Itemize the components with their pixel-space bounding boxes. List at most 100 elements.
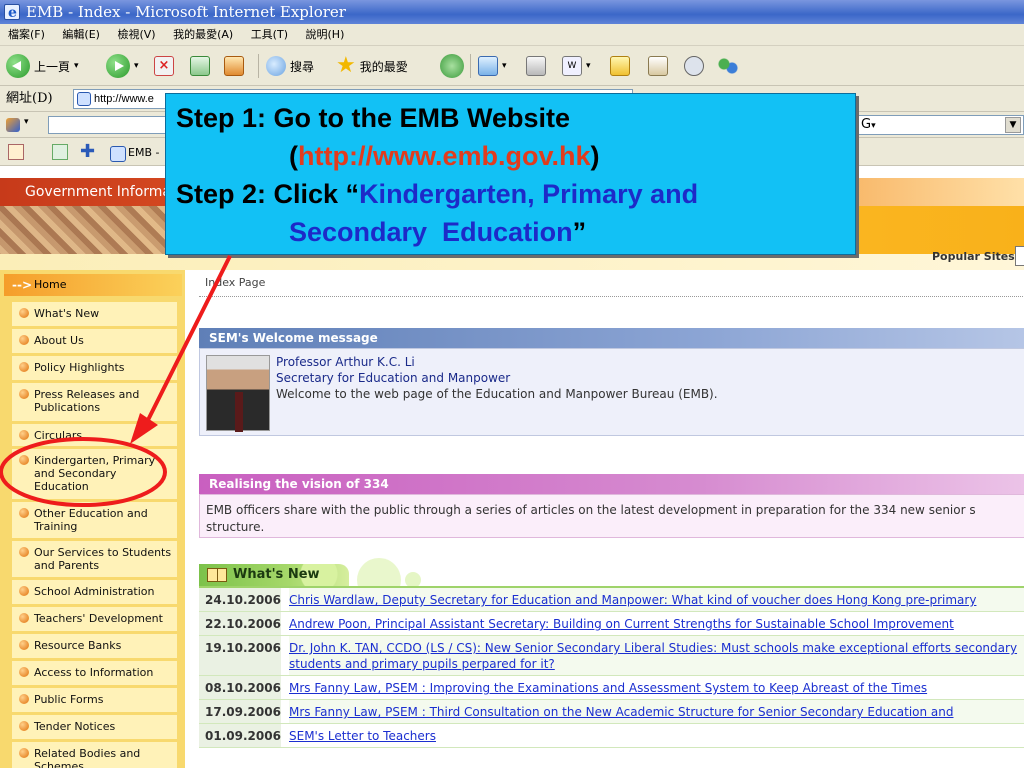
chevron-down-icon: ▾: [24, 117, 29, 127]
nav-item-label: Press Releases and Publications: [34, 388, 140, 414]
news-link[interactable]: Dr. John K. TAN, CCDO (LS / CS): New Sen…: [289, 636, 1024, 675]
nav-item-our-services[interactable]: Our Services to Students and Parents: [12, 541, 177, 579]
refresh-button[interactable]: [190, 54, 210, 78]
nav-item-whats-new[interactable]: What's New: [12, 302, 177, 328]
nav-item-related-bodies[interactable]: Related Bodies and Schemes: [12, 742, 177, 768]
menu-help[interactable]: 說明(H): [306, 28, 345, 41]
bullet-icon: [19, 721, 29, 731]
news-link[interactable]: Andrew Poon, Principal Assistant Secreta…: [289, 612, 1024, 635]
toolbar-select[interactable]: G▾ ▼: [856, 115, 1024, 135]
step-1-url-line: (http://www.emb.gov.hk): [289, 137, 600, 175]
people-icon: [718, 56, 738, 76]
nav-item-label: Related Bodies and Schemes: [34, 747, 141, 768]
media-icon: [440, 54, 464, 78]
new-window-icon[interactable]: [52, 144, 68, 160]
table-row: 22.10.2006 Andrew Poon, Principal Assist…: [199, 612, 1024, 636]
open-paren: (: [289, 141, 298, 171]
browser-window: EMB - Index - Microsoft Internet Explore…: [0, 0, 1024, 768]
nav-item-label: Access to Information: [34, 666, 154, 679]
research-button[interactable]: [648, 54, 668, 78]
popular-sites-select[interactable]: [1015, 246, 1024, 266]
favorites-button[interactable]: ★ 我的最愛: [336, 54, 408, 78]
home-page-icon[interactable]: [8, 144, 24, 160]
dropdown-arrow-icon[interactable]: ▼: [1005, 117, 1021, 133]
media-button[interactable]: [440, 54, 464, 78]
history-button[interactable]: ▾: [478, 54, 507, 78]
gov-label[interactable]: Government Informa: [25, 184, 171, 200]
main-content: Index Page SEM's Welcome message Profess…: [185, 270, 1024, 768]
nav-item-access-to-information[interactable]: Access to Information: [12, 661, 177, 687]
back-button[interactable]: 上一頁 ▾: [6, 54, 79, 78]
tab-emb[interactable]: EMB -: [108, 144, 159, 162]
vision-heading[interactable]: Realising the vision of 334: [199, 474, 1024, 494]
folder-button[interactable]: [610, 54, 630, 78]
nav-item-tender-notices[interactable]: Tender Notices: [12, 715, 177, 741]
menu-view[interactable]: 檢視(V): [117, 28, 155, 41]
bullet-icon: [19, 547, 29, 557]
forward-arrow-icon: [106, 54, 130, 78]
sem-welcome-heading: SEM's Welcome message: [199, 328, 1024, 348]
nav-item-label: Resource Banks: [34, 639, 122, 652]
news-link[interactable]: Mrs Fanny Law, PSEM : Third Consultation…: [289, 700, 1024, 723]
news-link[interactable]: Mrs Fanny Law, PSEM : Improving the Exam…: [289, 676, 1024, 699]
news-link[interactable]: SEM's Letter to Teachers: [289, 724, 1024, 747]
messenger-button[interactable]: [684, 54, 704, 78]
favorites-label: 我的最愛: [359, 59, 408, 74]
nav-item-teachers-development[interactable]: Teachers' Development: [12, 607, 177, 633]
folder-icon: [610, 56, 630, 76]
forward-button[interactable]: ▾: [106, 54, 139, 78]
emb-url: http://www.emb.gov.hk: [298, 141, 591, 171]
nav-item-label: Kindergarten, Primary and Secondary Educ…: [34, 454, 156, 493]
history-icon: [478, 56, 498, 76]
chevron-down-icon: ▾: [871, 121, 876, 131]
nav-item-public-forms[interactable]: Public Forms: [12, 688, 177, 714]
home-icon: [224, 56, 244, 76]
step-1-line: Step 1: Go to the EMB Website: [176, 99, 570, 137]
search-button[interactable]: 搜尋: [266, 54, 314, 78]
nav-item-resource-banks[interactable]: Resource Banks: [12, 634, 177, 660]
menu-tools[interactable]: 工具(T): [251, 28, 288, 41]
edit-button[interactable]: W ▾: [562, 54, 591, 78]
nav-item-kindergarten-primary-secondary[interactable]: Kindergarten, Primary and Secondary Educ…: [12, 449, 177, 501]
address-label: 網址(D): [6, 91, 53, 106]
step-1-text: Step 1: Go to the EMB Website: [176, 103, 571, 133]
home-button[interactable]: [224, 54, 244, 78]
address-value: http://www.e: [94, 93, 154, 105]
nav-item-school-administration[interactable]: School Administration: [12, 580, 177, 606]
sem-portrait: [206, 355, 270, 432]
close-paren: ): [590, 141, 600, 171]
sem-welcome-text: Welcome to the web page of the Education…: [276, 387, 718, 401]
menu-file[interactable]: 檔案(F): [8, 28, 45, 41]
nav-item-press-releases[interactable]: Press Releases and Publications: [12, 383, 177, 423]
whats-new-header: What's New: [199, 558, 1024, 602]
table-row: 17.09.2006 Mrs Fanny Law, PSEM : Third C…: [199, 700, 1024, 724]
nav-item-policy-highlights[interactable]: Policy Highlights: [12, 356, 177, 382]
news-link[interactable]: Chris Wardlaw, Deputy Secretary for Educ…: [289, 588, 1024, 611]
add-icon[interactable]: ✚: [80, 141, 95, 162]
vision-text: EMB officers share with the public throu…: [199, 494, 1024, 538]
title-bar: EMB - Index - Microsoft Internet Explore…: [0, 0, 1024, 25]
nav-item-other-education[interactable]: Other Education and Training: [12, 502, 177, 540]
messenger-people-button[interactable]: [718, 54, 738, 78]
bullet-icon: [19, 308, 29, 318]
nav-item-label: Teachers' Development: [34, 612, 163, 625]
research-icon: [648, 56, 668, 76]
nav-item-circulars[interactable]: Circulars: [12, 424, 177, 448]
menu-bar: 檔案(F) 編輯(E) 檢視(V) 我的最愛(A) 工具(T) 說明(H): [0, 24, 1024, 46]
stop-icon: ×: [154, 56, 174, 76]
whats-new-heading-label: What's New: [233, 567, 320, 582]
table-row: 19.10.2006 Dr. John K. TAN, CCDO (LS / C…: [199, 636, 1024, 676]
stop-button[interactable]: ×: [154, 54, 174, 78]
menu-edit[interactable]: 編輯(E): [62, 28, 100, 41]
search-label: 搜尋: [290, 59, 315, 74]
nav-home[interactable]: --> Home: [4, 274, 182, 296]
search-icon: [266, 56, 286, 76]
news-date: 08.10.2006: [199, 676, 281, 699]
print-icon: [526, 56, 546, 76]
news-date: 01.09.2006: [199, 724, 281, 747]
print-button[interactable]: [526, 54, 546, 78]
table-row: 01.09.2006 SEM's Letter to Teachers: [199, 724, 1024, 748]
nav-item-about-us[interactable]: About Us: [12, 329, 177, 355]
menu-favorites[interactable]: 我的最愛(A): [173, 28, 233, 41]
toolbar-search-input[interactable]: [48, 116, 168, 134]
